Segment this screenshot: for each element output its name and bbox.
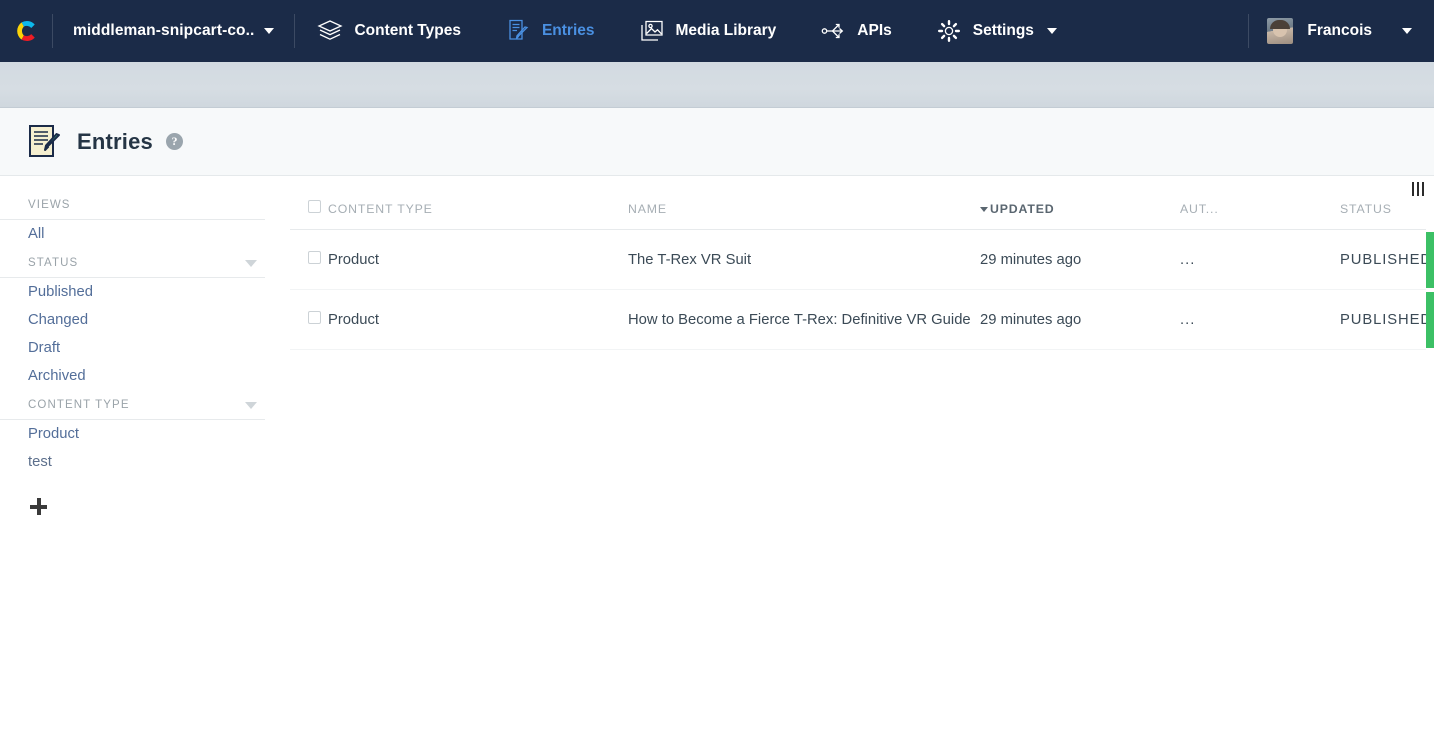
sidebar-heading-views: VIEWS bbox=[0, 190, 265, 220]
row-checkbox[interactable] bbox=[308, 311, 321, 324]
sidebar-heading-label: STATUS bbox=[28, 257, 79, 269]
table-row[interactable]: Product How to Become a Fierce T-Rex: De… bbox=[290, 289, 1434, 350]
entries-document-icon bbox=[26, 123, 64, 161]
space-name: middleman-snipcart-co.. bbox=[73, 22, 255, 39]
chevron-down-icon bbox=[264, 28, 275, 34]
sidebar-item-product[interactable]: Product bbox=[0, 420, 290, 448]
cell-updated: 29 minutes ago bbox=[980, 229, 1180, 290]
row-select-cell bbox=[290, 289, 328, 350]
sidebar-item-draft[interactable]: Draft bbox=[0, 334, 290, 362]
page-header: Entries ? All 3 Results, Page 1 bbox=[0, 108, 1434, 274]
nav-label: APIs bbox=[857, 22, 892, 39]
cell-author: ... bbox=[1180, 229, 1340, 290]
add-view-button[interactable] bbox=[30, 498, 47, 515]
nav-label: Settings bbox=[972, 22, 1034, 39]
nav-item-apis[interactable]: APIs bbox=[798, 0, 913, 62]
sidebar-item-published[interactable]: Published bbox=[0, 278, 290, 306]
status-badge: PUBLISHED bbox=[1340, 229, 1431, 290]
status-color-bar-cell bbox=[1426, 230, 1434, 290]
sidebar-heading-status[interactable]: STATUS bbox=[0, 248, 265, 278]
sidebar-heading-label: CONTENT TYPE bbox=[28, 399, 130, 411]
contentful-logo-link[interactable] bbox=[0, 17, 52, 45]
api-node-icon bbox=[820, 18, 846, 44]
sidebar-heading-content-type[interactable]: CONTENT TYPE bbox=[0, 390, 265, 420]
space-switcher[interactable]: middleman-snipcart-co.. bbox=[53, 0, 294, 62]
avatar bbox=[1267, 18, 1294, 44]
user-menu[interactable]: Francois bbox=[1248, 0, 1434, 62]
sidebar-item-changed[interactable]: Changed bbox=[0, 306, 290, 334]
nav-label: Entries bbox=[541, 22, 595, 39]
triangle-down-icon bbox=[245, 259, 257, 267]
nav-item-settings[interactable]: Settings bbox=[914, 0, 1079, 62]
document-pen-icon bbox=[505, 18, 531, 44]
chevron-down-icon bbox=[1402, 28, 1412, 34]
row-checkbox[interactable] bbox=[308, 251, 321, 264]
cell-updated: 29 minutes ago bbox=[980, 289, 1180, 350]
status-color-bar bbox=[1426, 231, 1434, 288]
status-color-bar bbox=[1426, 291, 1434, 348]
nav-label: Content Types bbox=[354, 22, 461, 39]
navbar-items: Content Types Entries Media Library APIs… bbox=[295, 0, 1078, 62]
column-header-updated[interactable]: UPDATED bbox=[980, 176, 1180, 230]
cell-name[interactable]: The T-Rex VR Suit bbox=[628, 229, 980, 290]
sidebar-item-all[interactable]: All bbox=[0, 220, 290, 248]
sidebar-heading-label: VIEWS bbox=[28, 199, 71, 211]
column-drag-handle-icon[interactable] bbox=[1411, 182, 1424, 196]
row-select-cell bbox=[290, 229, 328, 290]
select-all-checkbox[interactable] bbox=[308, 200, 321, 213]
question-mark-icon[interactable]: ? bbox=[165, 133, 183, 150]
nav-label: Media Library bbox=[675, 22, 777, 39]
entries-table: CONTENT TYPE NAME UPDATED AUT... STATUS … bbox=[290, 176, 1434, 350]
column-header-author[interactable]: AUT... bbox=[1180, 176, 1340, 230]
status-bar-header bbox=[1426, 176, 1434, 230]
gear-icon bbox=[936, 18, 962, 44]
table-header-row: CONTENT TYPE NAME UPDATED AUT... STATUS bbox=[290, 176, 1434, 230]
column-header-updated-label: UPDATED bbox=[990, 202, 1055, 216]
sort-descending-icon bbox=[980, 207, 988, 213]
cell-name[interactable]: How to Become a Fierce T-Rex: Definitive… bbox=[628, 289, 980, 350]
entries-table-area: CONTENT TYPE NAME UPDATED AUT... STATUS … bbox=[290, 176, 1434, 738]
column-header-name[interactable]: NAME bbox=[628, 176, 980, 230]
secondary-bar bbox=[0, 62, 1434, 108]
select-all-header bbox=[290, 176, 328, 230]
status-color-bar-cell bbox=[1426, 290, 1434, 350]
cell-content-type: Product bbox=[328, 289, 628, 350]
entries-table-body: Product The T-Rex VR Suit 29 minutes ago… bbox=[290, 229, 1434, 350]
top-navbar: middleman-snipcart-co.. Content Types En… bbox=[0, 0, 1434, 62]
column-header-content-type[interactable]: CONTENT TYPE bbox=[328, 176, 628, 230]
page-title: Entries bbox=[77, 128, 153, 154]
image-icon bbox=[639, 18, 665, 44]
cell-content-type: Product bbox=[328, 229, 628, 290]
status-badge: PUBLISHED bbox=[1340, 289, 1431, 350]
triangle-down-icon bbox=[245, 401, 257, 409]
sidebar-item-test[interactable]: test bbox=[0, 448, 290, 476]
navbar-divider bbox=[1248, 14, 1250, 48]
table-row[interactable]: Product The T-Rex VR Suit 29 minutes ago… bbox=[290, 229, 1434, 290]
nav-item-entries[interactable]: Entries bbox=[483, 0, 617, 62]
cell-author: ... bbox=[1180, 289, 1340, 350]
sidebar: VIEWS All STATUS Published Changed Draft… bbox=[0, 176, 290, 738]
nav-item-media-library[interactable]: Media Library bbox=[617, 0, 799, 62]
contentful-logo-icon bbox=[12, 17, 40, 45]
sidebar-item-archived[interactable]: Archived bbox=[0, 362, 290, 390]
page-body: VIEWS All STATUS Published Changed Draft… bbox=[0, 176, 1434, 738]
chevron-down-icon bbox=[1046, 28, 1057, 34]
layers-icon bbox=[317, 18, 344, 44]
page-title-group: Entries ? bbox=[0, 123, 183, 161]
user-name: Francois bbox=[1307, 22, 1372, 39]
nav-item-content-types[interactable]: Content Types bbox=[295, 0, 483, 62]
